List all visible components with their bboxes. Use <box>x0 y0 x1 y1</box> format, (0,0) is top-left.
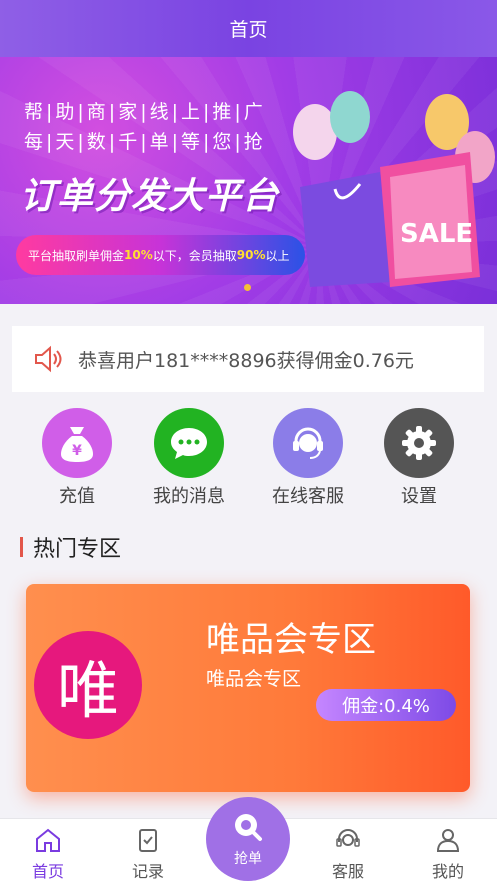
top-bar: 首页 <box>0 0 497 57</box>
menu-label-support: 在线客服 <box>272 486 344 507</box>
section-title: 热门专区 <box>33 537 122 562</box>
page-title: 首页 <box>229 19 268 41</box>
promo-banner[interactable]: 帮|助|商|家|线|上|推|广 每|天|数|千|单|等|您|抢 订单分发大平台 … <box>0 57 497 304</box>
quick-menu: ¥ 充值 我的消息 在线客服 设置 <box>0 408 497 508</box>
chat-icon <box>154 408 224 478</box>
money-bag-icon: ¥ <box>42 408 112 478</box>
svg-text:¥: ¥ <box>72 443 82 459</box>
tab-records[interactable]: 记录 <box>113 827 183 882</box>
menu-item-messages[interactable]: 我的消息 <box>139 408 239 508</box>
menu-label-settings: 设置 <box>401 486 437 507</box>
commission-badge: 佣金:0.4% <box>316 689 456 721</box>
home-icon <box>36 828 60 852</box>
carousel-dot[interactable] <box>244 284 251 291</box>
headset-icon <box>336 829 360 847</box>
banner-line-2: 每|天|数|千|单|等|您|抢 <box>24 131 266 153</box>
grab-order-button[interactable]: 抢单 <box>206 797 290 881</box>
menu-label-messages: 我的消息 <box>153 486 225 507</box>
menu-item-settings[interactable]: 设置 <box>369 408 469 508</box>
headset-icon <box>273 408 343 478</box>
menu-item-recharge[interactable]: ¥ 充值 <box>27 408 127 508</box>
section-accent-bar <box>20 537 23 557</box>
sale-text: SALE <box>400 219 473 249</box>
speaker-icon <box>35 345 62 373</box>
promo-text-pre: 平台抽取刷单佣金 <box>28 248 125 263</box>
clipboard-icon <box>139 829 157 852</box>
banner-promo-pill: 平台抽取刷单佣金 10% 以下，会员抽取 90% 以上 <box>16 235 305 275</box>
menu-label-recharge: 充值 <box>59 486 95 507</box>
tab-support[interactable]: 客服 <box>313 827 383 882</box>
card-subtitle: 唯品会专区 <box>206 668 302 690</box>
vip-zone-card[interactable]: 唯 唯品会专区 唯品会专区 佣金:0.4% <box>26 584 470 792</box>
menu-item-support[interactable]: 在线客服 <box>258 408 358 508</box>
tab-label-mine: 我的 <box>431 862 464 881</box>
promo-highlight-2: 90% <box>236 248 266 262</box>
notice-text: 恭喜用户181****8896获得佣金0.76元 <box>78 349 414 372</box>
card-title: 唯品会专区 <box>206 620 376 660</box>
tab-mine[interactable]: 我的 <box>413 827 483 882</box>
tab-label-support: 客服 <box>331 862 364 881</box>
banner-line-1: 帮|助|商|家|线|上|推|广 <box>24 101 266 123</box>
tab-home[interactable]: 首页 <box>13 827 83 882</box>
tab-label-records: 记录 <box>131 862 164 881</box>
vipshop-logo: 唯 <box>34 631 142 739</box>
gear-icon <box>384 408 454 478</box>
grab-order-label: 抢单 <box>234 851 262 867</box>
user-icon <box>436 829 460 852</box>
promo-text-mid: 以下，会员抽取 <box>152 248 237 263</box>
notice-bar: 恭喜用户181****8896获得佣金0.76元 <box>12 326 484 392</box>
tab-label-home: 首页 <box>31 862 64 881</box>
section-header: 热门专区 <box>20 532 121 562</box>
grab-order-icon <box>235 814 262 841</box>
promo-highlight-1: 10% <box>124 248 153 262</box>
banner-title: 订单分发大平台 <box>20 176 280 217</box>
shopping-bags-balloons-illustration: SALE <box>293 91 495 287</box>
